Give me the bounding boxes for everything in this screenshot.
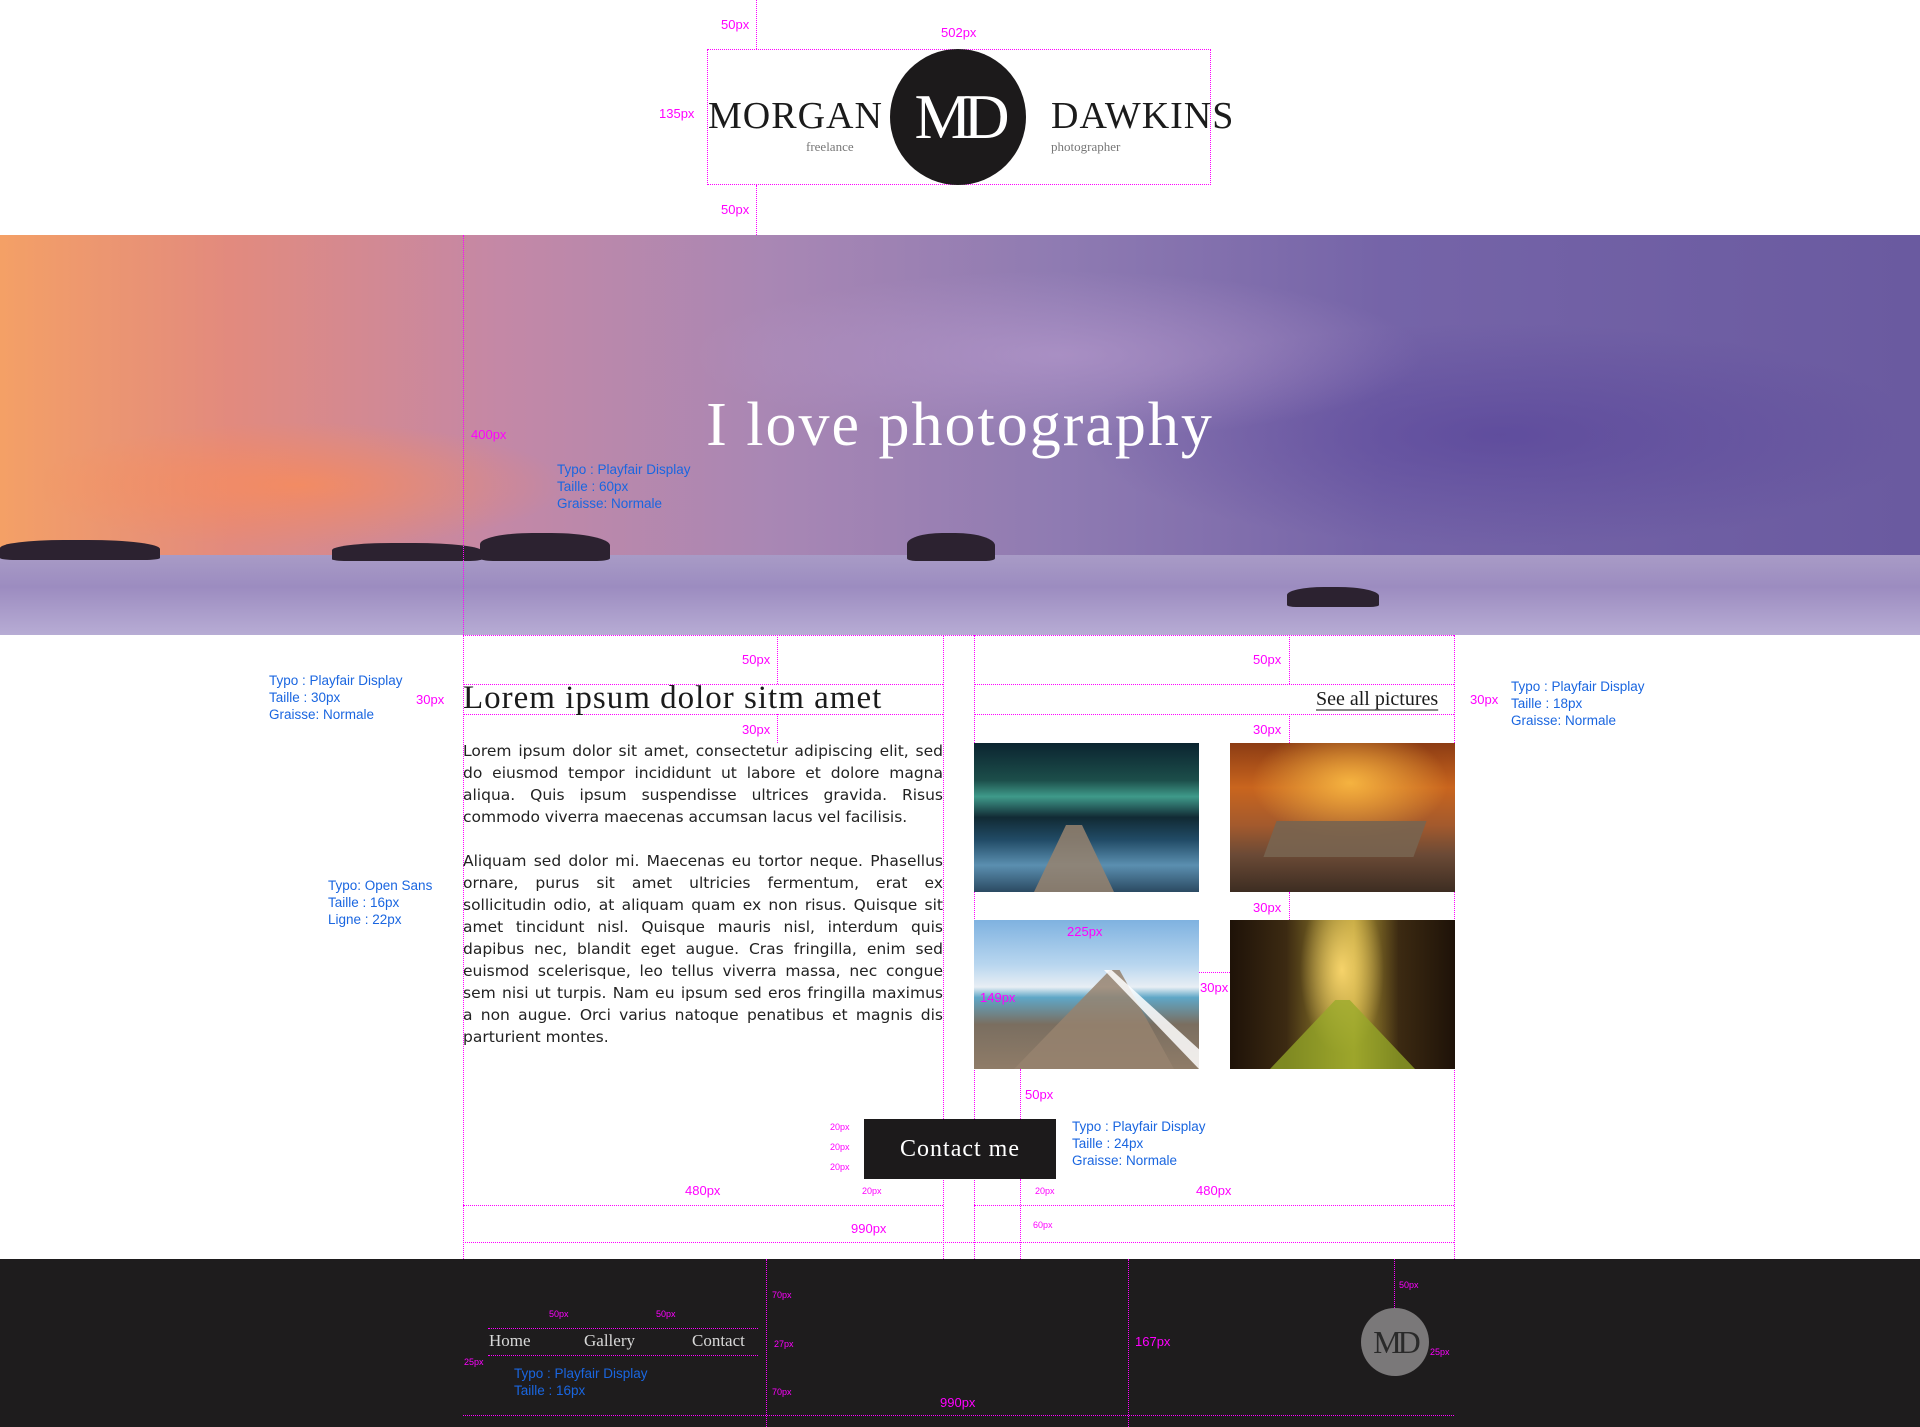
label-photo-height: 149px [980,990,1016,1005]
guide-title-gap [777,714,778,743]
guide-content-width [463,1242,1454,1243]
guide-top-margin [756,0,757,49]
body-paragraph-1: Lorem ipsum dolor sit amet, consectetur … [463,742,943,826]
note-button-typography: Typo : Playfair Display Taille : 24px Gr… [1072,1119,1206,1168]
guide-button-top-gap [1020,1069,1021,1119]
guide-right-column-width [974,1205,1454,1206]
guide-footer-nav-bottom [488,1355,758,1356]
label-button-text: 20px [830,1142,850,1152]
hero-rock [1287,587,1379,607]
label-photo-col-gap: 30px [1200,980,1229,995]
label-footer-logo-right: 25px [1430,1347,1450,1357]
note-seeall-typography: Typo : Playfair Display Taille : 18px Gr… [1511,679,1645,728]
guide-right-top-gap [1289,635,1290,684]
label-title-gap: 30px [742,722,771,737]
guide-left-column-width [463,1205,943,1206]
label-right-column-width: 480px [1196,1183,1232,1198]
logo-monogram[interactable]: MD [890,49,1026,185]
label-seeall-height: 30px [1470,692,1499,707]
label-button-pad-top: 20px [830,1122,850,1132]
label-left-top-gap: 50px [742,652,771,667]
label-footer-left-pad: 25px [464,1357,484,1367]
label-footer-width: 990px [940,1395,976,1410]
body-paragraph-2: Aliquam sed dolor mi. Maecenas eu tortor… [463,852,943,1046]
logo-last-name: DAWKINS [1051,95,1235,137]
label-photo-row-gap: 30px [1253,900,1282,915]
hero-title: I love photography [706,391,1214,459]
footer-nav-home[interactable]: Home [489,1331,531,1351]
label-right-top-gap: 50px [1253,652,1282,667]
label-footer-height: 167px [1135,1334,1171,1349]
contact-me-button[interactable]: Contact me [864,1119,1056,1179]
label-photo-width: 225px [1067,924,1103,939]
label-footer-gap-2: 50px [656,1309,676,1319]
guide-seeall-bottom [974,714,1454,715]
guide-seeall-gap [1289,714,1290,743]
note-hero-typography: Typo : Playfair Display Taille : 60px Gr… [557,462,691,511]
logo-last-sub: photographer [1051,139,1121,154]
footer-nav-contact[interactable]: Contact [692,1331,745,1351]
logo-first-name: MORGAN [708,95,883,137]
label-hero-height: 400px [471,427,507,442]
label-logo-width: 502px [941,25,977,40]
label-title-height: 30px [416,692,445,707]
label-logo-height: 135px [659,106,695,121]
hero-rock [480,533,610,561]
label-seeall-gap: 30px [1253,722,1282,737]
label-content-width: 990px [851,1221,887,1236]
footer-nav-gallery[interactable]: Gallery [584,1331,635,1351]
guide-content-top [463,635,1454,636]
label-footer-logo-top: 50px [1399,1280,1419,1290]
label-top-margin: 50px [721,17,750,32]
guide-footer-nav-right [766,1259,767,1427]
logo-first-sub: freelance [806,139,854,154]
hero-rock [0,540,160,560]
label-button-bottom-gap: 60px [1033,1220,1053,1230]
label-button-pad-right: 20px [1035,1186,1055,1196]
guide-footer-logo-top [1394,1259,1395,1308]
note-title-typography: Typo : Playfair Display Taille : 30px Gr… [269,673,403,722]
label-logo-bottom-margin: 50px [721,202,750,217]
section-title: Lorem ipsum dolor sitm amet [463,680,883,716]
note-body-typography: Typo: Open Sans Taille : 16px Ligne : 22… [328,878,433,927]
label-footer-bottom-pad: 70px [772,1387,792,1397]
guide-footer-width [463,1415,1454,1416]
guide-logo-bottom-margin [756,185,757,235]
hero-rock [332,543,482,561]
guide-footer-height [1128,1259,1129,1427]
hero-sea [0,555,1920,635]
footer-monogram[interactable]: MD [1361,1308,1429,1376]
guide-photo-row-gap [1289,892,1290,920]
guide-button-bottom-gap [1020,1179,1021,1259]
label-button-pad-bottom: 20px [830,1162,850,1172]
label-button-top-gap: 50px [1025,1087,1054,1102]
note-footer-typography: Typo : Playfair Display Taille : 16px [514,1366,648,1398]
label-footer-nav-height: 27px [774,1339,794,1349]
label-button-pad-left: 20px [862,1186,882,1196]
label-left-column-width: 480px [685,1183,721,1198]
guide-seeall-top [974,684,1454,685]
label-footer-top-pad: 70px [772,1290,792,1300]
guide-footer-nav-top [488,1328,758,1329]
hero-rock [907,533,995,561]
guide-left-top-gap [777,635,778,684]
gallery-photo-autumn-dock[interactable] [1230,743,1455,892]
gallery-photo-aurora-pier[interactable] [974,743,1199,892]
guide-photo-col-gap [1199,972,1230,973]
see-all-pictures-link[interactable]: See all pictures [1316,688,1438,711]
label-footer-gap-1: 50px [549,1309,569,1319]
gallery-photo-forest-path[interactable] [1230,920,1455,1069]
